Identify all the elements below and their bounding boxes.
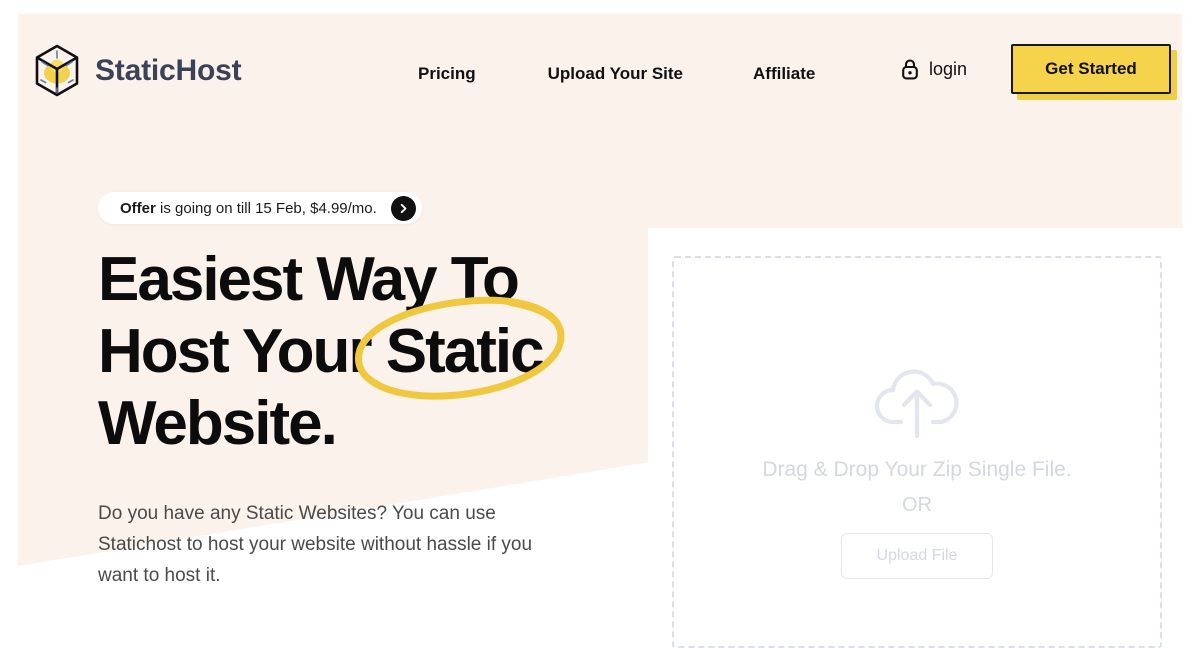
login-link[interactable]: login [900,58,967,80]
logo[interactable]: StaticHost [30,42,242,100]
login-label: login [929,58,968,79]
nav-item-pricing[interactable]: Pricing [418,58,476,90]
lock-icon [900,58,920,80]
offer-arrow-button[interactable] [390,195,416,221]
headline-line-2: Host Your Static [98,317,545,386]
offer-strong: Offer [120,199,156,217]
offer-text: Offer is going on till 15 Feb, $4.99/mo. [120,200,377,217]
file-dropzone[interactable]: Drag & Drop Your Zip Single File. OR Upl… [672,256,1162,648]
offer-rest: is going on till 15 Feb, $4.99/mo. [155,199,377,217]
upload-card: Drag & Drop Your Zip Single File. OR Upl… [648,228,1182,648]
headline-line-1: Easiest Way To [98,245,520,314]
offer-banner[interactable]: Offer is going on till 15 Feb, $4.99/mo. [98,192,422,224]
headline-line-3: Website. [98,389,338,458]
dropzone-instruction: Drag & Drop Your Zip Single File. [762,458,1072,481]
hero-subtitle: Do you have any Static Websites? You can… [98,503,533,586]
cloud-upload-icon [871,258,963,440]
get-started-button-wrap: Get Started [1011,44,1177,100]
page-title: Easiest Way To Host Your Static Website. [98,244,618,460]
get-started-button[interactable]: Get Started [1011,44,1171,94]
main-nav: Pricing Upload Your Site Affiliate [418,58,815,90]
logo-text: StaticHost [95,54,242,87]
upload-file-button[interactable]: Upload File [841,533,993,579]
site-header: StaticHost Pricing Upload Your Site Affi… [18,14,1182,124]
nav-item-affiliate[interactable]: Affiliate [753,58,815,90]
landing-page: StaticHost Pricing Upload Your Site Affi… [0,0,1200,648]
chevron-right-icon [398,203,409,214]
cube-logo-icon [30,42,84,100]
nav-item-upload-your-site[interactable]: Upload Your Site [548,58,683,90]
dropzone-or-label: OR [902,494,932,516]
